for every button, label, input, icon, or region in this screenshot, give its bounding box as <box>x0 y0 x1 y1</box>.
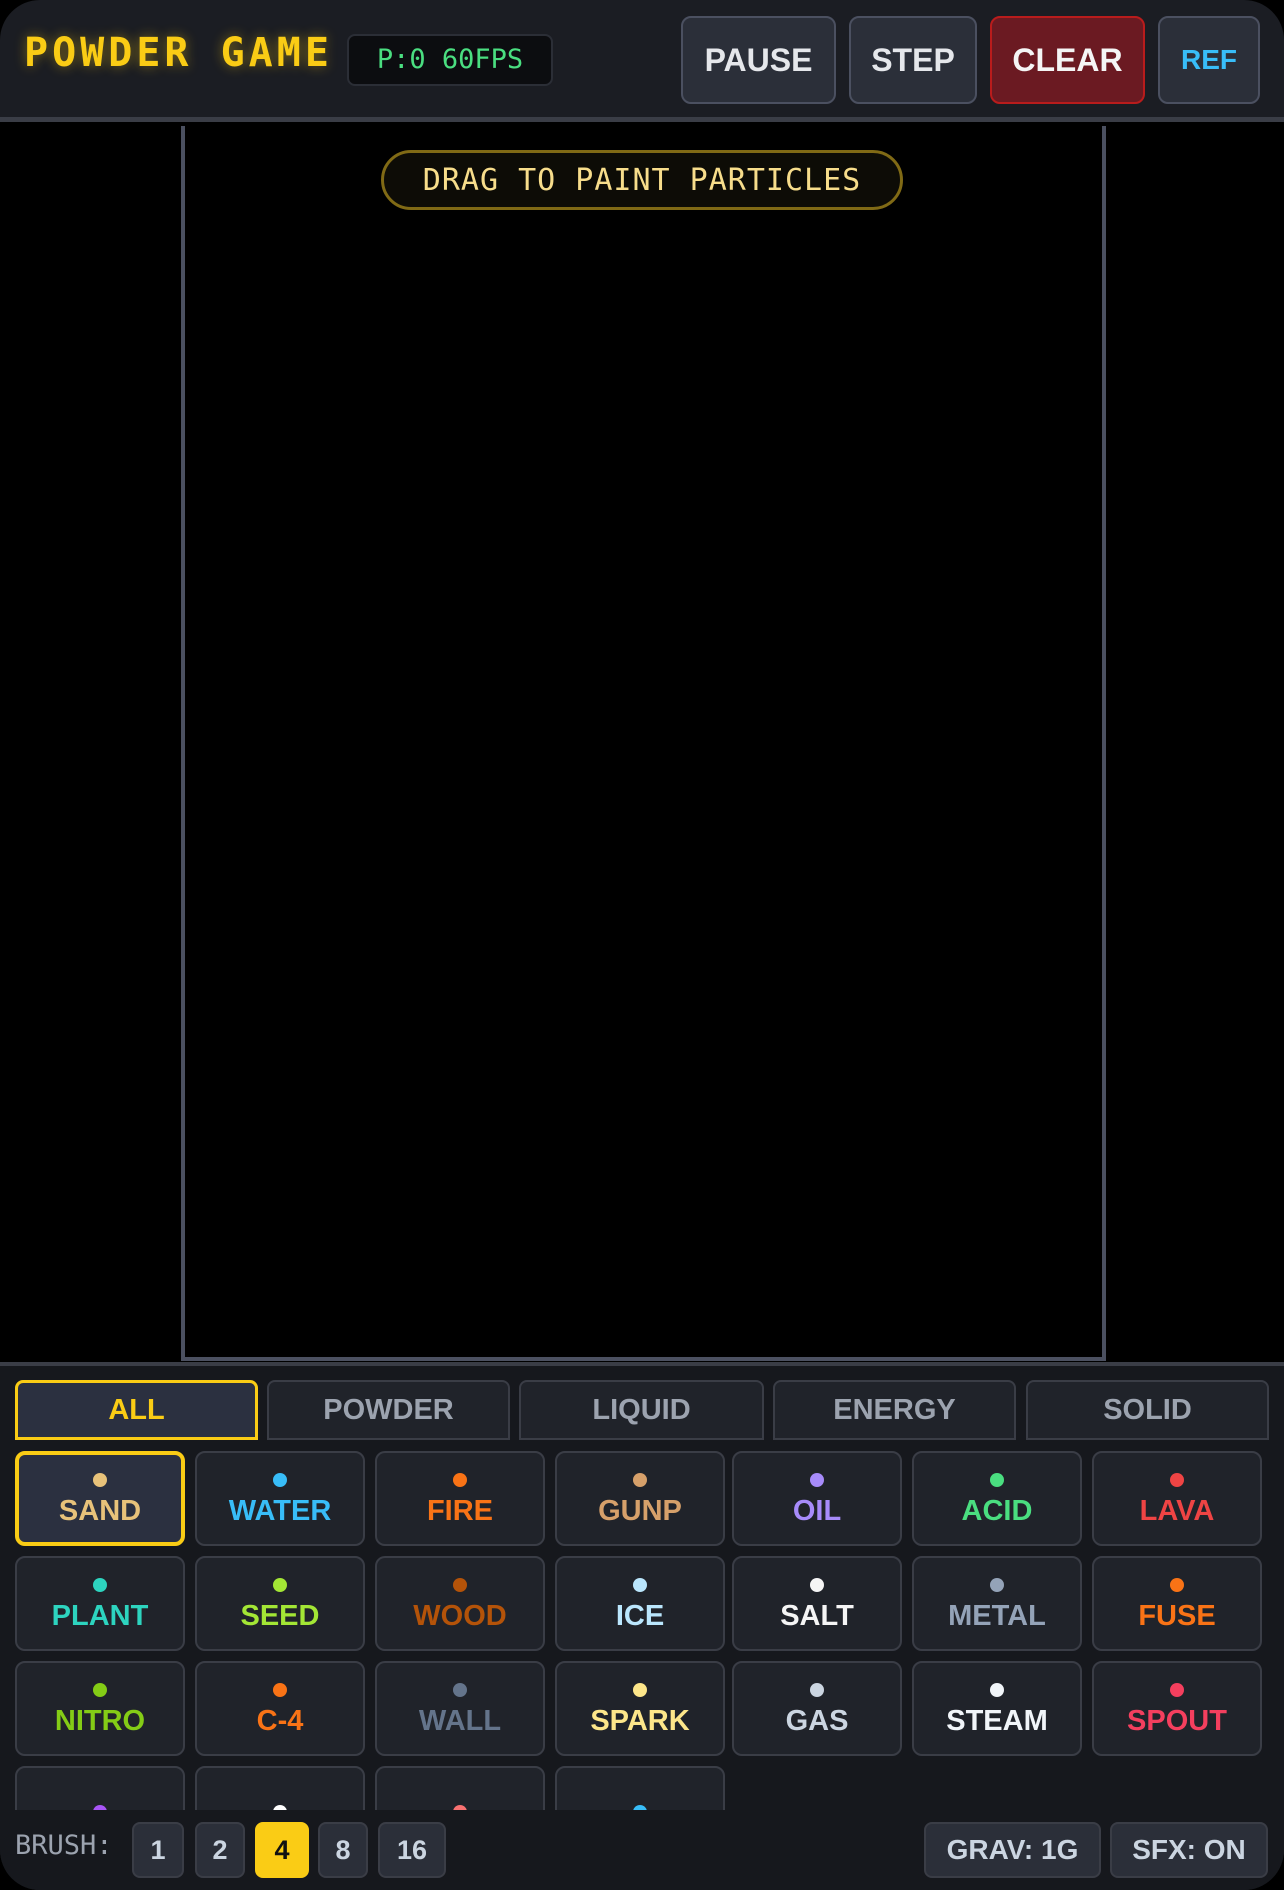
element-color-dot <box>453 1578 467 1592</box>
element-button-fire[interactable]: FIRE <box>375 1451 545 1546</box>
element-label: SPOUT <box>1127 1705 1227 1737</box>
element-button-sand[interactable]: SAND <box>15 1451 185 1546</box>
brush-size-1-button[interactable]: 1 <box>132 1822 184 1878</box>
element-label: NITRO <box>54 1705 146 1737</box>
element-label: SAND <box>58 1495 142 1527</box>
powder-game-app: POWDER GAME P:0 60FPS PAUSE STEP CLEAR R… <box>0 0 1284 1890</box>
element-label: WOOD <box>413 1600 507 1632</box>
element-label: C-4 <box>256 1705 304 1737</box>
element-label: ACID <box>961 1495 1033 1527</box>
element-color-dot <box>810 1683 824 1697</box>
element-color-dot <box>93 1683 107 1697</box>
element-button-plant[interactable]: PLANT <box>15 1556 185 1651</box>
element-button-c-4[interactable]: C-4 <box>195 1661 365 1756</box>
element-color-dot <box>990 1683 1004 1697</box>
element-panel: ALL POWDER LIQUID ENERGY SOLID SAND WATER FIRE… <box>0 1362 1284 1890</box>
brush-size-2-button[interactable]: 2 <box>195 1822 245 1878</box>
element-label: SALT <box>780 1600 854 1632</box>
gravity-toggle[interactable]: GRAV: 1G <box>924 1822 1101 1878</box>
element-label: PLANT <box>51 1600 149 1632</box>
element-button-metal[interactable]: METAL <box>912 1556 1082 1651</box>
element-color-dot <box>1170 1473 1184 1487</box>
element-label: LAVA <box>1139 1495 1215 1527</box>
element-label: FIRE <box>426 1495 494 1527</box>
element-button-acid[interactable]: ACID <box>912 1451 1082 1546</box>
element-color-dot <box>810 1578 824 1592</box>
element-color-dot <box>633 1683 647 1697</box>
header-bar: POWDER GAME P:0 60FPS PAUSE STEP CLEAR R… <box>0 0 1284 122</box>
element-button-item-21[interactable] <box>15 1766 185 1810</box>
element-button-oil[interactable]: OIL <box>732 1451 902 1546</box>
element-color-dot <box>273 1473 287 1487</box>
element-color-dot <box>1170 1683 1184 1697</box>
element-color-dot <box>990 1578 1004 1592</box>
element-label: STEAM <box>946 1705 1048 1737</box>
element-color-dot <box>93 1578 107 1592</box>
clear-button[interactable]: CLEAR <box>990 16 1145 104</box>
element-color-dot <box>1170 1578 1184 1592</box>
step-button[interactable]: STEP <box>849 16 977 104</box>
element-color-dot <box>93 1473 107 1487</box>
brush-size-16-button[interactable]: 16 <box>378 1822 446 1878</box>
element-button-item-23[interactable] <box>375 1766 545 1810</box>
element-label: ICE <box>615 1600 665 1632</box>
element-color-dot <box>810 1473 824 1487</box>
element-button-salt[interactable]: SALT <box>732 1556 902 1651</box>
element-button-seed[interactable]: SEED <box>195 1556 365 1651</box>
stats-readout: P:0 60FPS <box>347 34 553 86</box>
element-button-gas[interactable]: GAS <box>732 1661 902 1756</box>
element-color-dot <box>453 1683 467 1697</box>
element-button-gunp[interactable]: GUNP <box>555 1451 725 1546</box>
simulation-canvas[interactable] <box>181 126 1106 1361</box>
tab-energy[interactable]: ENERGY <box>773 1380 1016 1440</box>
element-button-item-24[interactable] <box>555 1766 725 1810</box>
sfx-toggle[interactable]: SFX: ON <box>1110 1822 1268 1878</box>
ref-button[interactable]: REF <box>1158 16 1260 104</box>
element-button-wall[interactable]: WALL <box>375 1661 545 1756</box>
element-label: GUNP <box>598 1495 682 1527</box>
element-color-dot <box>453 1473 467 1487</box>
element-color-dot <box>633 1473 647 1487</box>
element-button-fuse[interactable]: FUSE <box>1092 1556 1262 1651</box>
element-button-water[interactable]: WATER <box>195 1451 365 1546</box>
element-button-steam[interactable]: STEAM <box>912 1661 1082 1756</box>
element-label: WATER <box>228 1495 332 1527</box>
brush-label: BRUSH: <box>15 1830 113 1861</box>
tab-all[interactable]: ALL <box>15 1380 258 1440</box>
element-grid: SAND WATER FIRE GUNP OIL ACID LAVA PLANT SEED WOO… <box>0 1448 1284 1810</box>
element-button-wood[interactable]: WOOD <box>375 1556 545 1651</box>
tab-solid[interactable]: SOLID <box>1026 1380 1269 1440</box>
paint-hint: DRAG TO PAINT PARTICLES <box>381 150 903 210</box>
element-label: SEED <box>240 1600 320 1632</box>
footer-bar: BRUSH: 1 2 4 8 16 GRAV: 1G SFX: ON <box>0 1810 1284 1890</box>
brush-size-8-button[interactable]: 8 <box>318 1822 368 1878</box>
tab-powder[interactable]: POWDER <box>267 1380 510 1440</box>
pause-button[interactable]: PAUSE <box>681 16 836 104</box>
element-label: FUSE <box>1138 1600 1216 1632</box>
element-label: METAL <box>948 1600 1046 1632</box>
element-label: GAS <box>785 1705 849 1737</box>
tab-liquid[interactable]: LIQUID <box>519 1380 764 1440</box>
element-label: WALL <box>418 1705 502 1737</box>
app-title: POWDER GAME <box>24 30 333 76</box>
element-color-dot <box>990 1473 1004 1487</box>
element-button-spark[interactable]: SPARK <box>555 1661 725 1756</box>
element-button-lava[interactable]: LAVA <box>1092 1451 1262 1546</box>
element-color-dot <box>273 1578 287 1592</box>
element-color-dot <box>633 1578 647 1592</box>
element-button-nitro[interactable]: NITRO <box>15 1661 185 1756</box>
element-label: OIL <box>792 1495 842 1527</box>
element-button-spout[interactable]: SPOUT <box>1092 1661 1262 1756</box>
brush-size-4-button[interactable]: 4 <box>255 1822 309 1878</box>
element-color-dot <box>273 1683 287 1697</box>
element-button-item-22[interactable] <box>195 1766 365 1810</box>
element-label: SPARK <box>590 1705 690 1737</box>
element-button-ice[interactable]: ICE <box>555 1556 725 1651</box>
